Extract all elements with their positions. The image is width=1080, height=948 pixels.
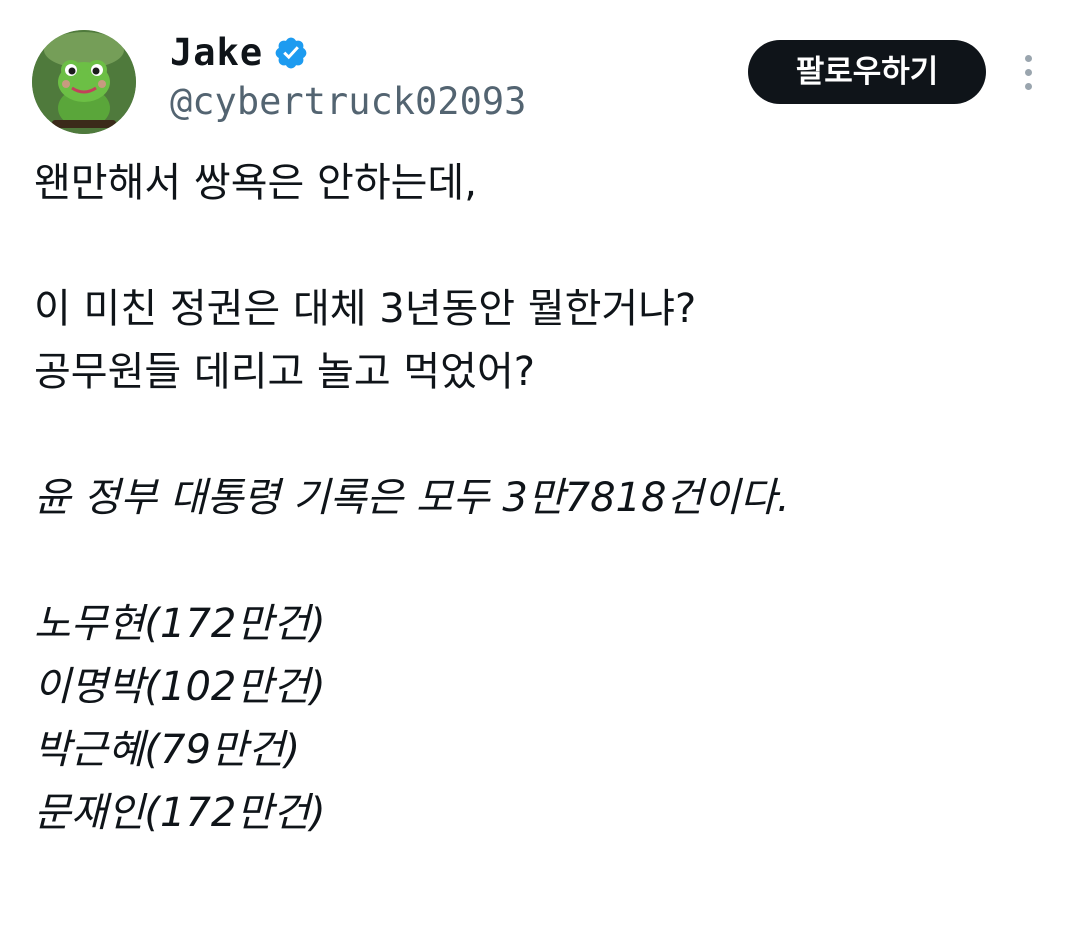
follow-button[interactable]: 팔로우하기 (748, 40, 986, 104)
tweet-text: 왠만해서 쌍욕은 안하는데, 이 미친 정권은 대체 3년동안 뭘한거냐? 공무… (34, 152, 1044, 845)
frog-avatar-icon (32, 30, 136, 134)
tweet-line-stat: 문재인(172만건) (34, 790, 326, 836)
tweet-line-stat: 이명박(102만건) (34, 664, 326, 710)
tweet-line: 왠만해서 쌍욕은 안하는데, (34, 160, 477, 206)
more-vertical-icon[interactable] (1008, 48, 1048, 96)
avatar[interactable] (32, 30, 136, 134)
tweet-line: 이 미친 정권은 대체 3년동안 뭘한거냐? (34, 286, 697, 332)
more-dot (1024, 68, 1032, 76)
tweet-header: Jake @cybertruck02093 팔로우하기 (0, 0, 1080, 150)
tweet-line: 공무원들 데리고 놀고 먹었어? (34, 349, 535, 395)
user-handle[interactable]: @cybertruck02093 (170, 80, 526, 124)
tweet-line-stat: 박근혜(79만건) (34, 727, 301, 773)
name-row: Jake (170, 32, 309, 74)
more-dot (1024, 54, 1032, 62)
more-dot (1024, 82, 1032, 90)
verified-badge-icon (273, 35, 309, 71)
display-name[interactable]: Jake (170, 32, 263, 74)
tweet-line-stat: 노무현(172만건) (34, 601, 326, 647)
tweet-line-emphasis: 윤 정부 대통령 기록은 모두 3만7818건이다. (34, 475, 790, 521)
